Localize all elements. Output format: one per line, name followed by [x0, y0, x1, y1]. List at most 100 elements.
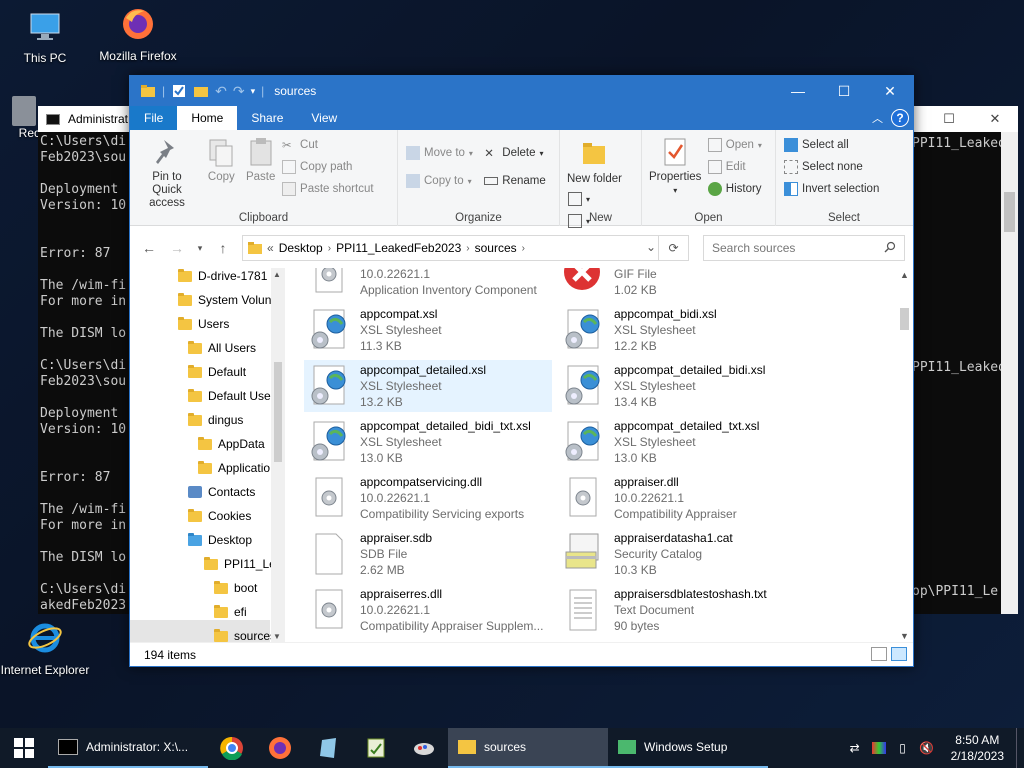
close-button[interactable]: ✕ [867, 76, 913, 106]
taskbar-chrome[interactable] [208, 728, 256, 768]
nav-item-cookies[interactable]: Cookies [188, 504, 251, 528]
file-tile[interactable]: appraiserres.dll 10.0.22621.1 Compatibilit… [304, 584, 552, 636]
nav-item-all-users[interactable]: All Users [188, 336, 256, 360]
scroll-down-arrow-icon[interactable]: ▼ [273, 632, 281, 641]
nav-item-sources[interactable]: sources [214, 624, 276, 643]
file-tile[interactable]: appcompatservicing.dll 10.0.22621.1 Compat… [304, 472, 552, 524]
file-tile[interactable]: actionlog.gifGIF File1.02 KB [558, 268, 806, 300]
new-folder-button[interactable]: New folder [564, 136, 625, 188]
address-dropdown-icon[interactable]: ⌄ [646, 240, 656, 254]
show-desktop-button[interactable] [1016, 728, 1024, 768]
desktop-icon-firefox[interactable]: Mozilla Firefox [93, 6, 183, 63]
taskbar-firefox[interactable] [256, 728, 304, 768]
console-close-button[interactable]: ✕ [972, 106, 1018, 132]
nav-item-desktop[interactable]: Desktop [188, 528, 252, 552]
desktop-icon-this-pc[interactable]: This PC [0, 8, 90, 65]
undo-icon[interactable]: ↶ [215, 83, 227, 100]
nav-scrollbar[interactable]: ▲ ▼ [271, 268, 285, 643]
desktop-icon-partial[interactable]: Rec [0, 96, 40, 140]
scroll-up-arrow-icon[interactable]: ▲ [273, 270, 281, 279]
file-tile[interactable]: appcompat_detailed.xsl XSL Stylesheet 13.2… [304, 360, 552, 412]
tab-share[interactable]: Share [237, 106, 297, 130]
nav-item-default-user[interactable]: Default User [188, 384, 275, 408]
tiles-view-button[interactable] [891, 647, 907, 661]
console-maximize-button[interactable]: ☐ [926, 106, 972, 132]
taskbar-notepad[interactable] [304, 728, 352, 768]
explorer-titlebar[interactable]: | ↶ ↷ ▾ | sources — ☐ ✕ [130, 76, 913, 106]
volume-muted-icon[interactable]: 🔇 [915, 741, 939, 755]
taskbar-task[interactable] [352, 728, 400, 768]
select-none-button[interactable]: Select none [784, 158, 879, 176]
clock[interactable]: 8:50 AM 2/18/2023 [939, 732, 1016, 764]
paste-button[interactable]: Paste [243, 134, 279, 186]
desktop-icon-internet-explorer[interactable]: Internet Explorer [0, 620, 90, 677]
console-scrollbar[interactable] [1001, 132, 1018, 614]
nav-item-efi[interactable]: efi [214, 600, 247, 624]
console-scroll-thumb[interactable] [1004, 192, 1015, 232]
paste-shortcut-button[interactable]: Paste shortcut [282, 180, 374, 198]
tab-home[interactable]: Home [177, 106, 238, 130]
collapse-ribbon-icon[interactable]: ︿ [872, 110, 883, 126]
rename-button[interactable]: Rename [484, 172, 546, 190]
file-scrollbar[interactable]: ▲ ▼ [896, 268, 913, 643]
nav-item-system-volun[interactable]: System Volun [178, 288, 271, 312]
recent-locations-dropdown[interactable]: ▾ [194, 243, 206, 254]
nav-item-default[interactable]: Default [188, 360, 246, 384]
file-tile[interactable]: appraisersdblatestoshash.txt Text Documen… [558, 584, 806, 636]
nav-item-contacts[interactable]: Contacts [188, 480, 255, 504]
move-to-button[interactable]: Move to ▾ [406, 144, 473, 162]
tray-network-icon[interactable]: ⇄ [843, 741, 867, 755]
details-view-button[interactable] [871, 647, 887, 661]
address-bar[interactable]: « Desktop › PPI11_LeakedFeb2023 › source… [242, 235, 689, 261]
nav-item-users[interactable]: Users [178, 312, 229, 336]
taskbar-explorer[interactable]: sources [448, 728, 608, 768]
cut-button[interactable]: ✂ Cut [282, 136, 374, 154]
copy-button[interactable]: Copy [203, 134, 239, 186]
file-tile[interactable]: appcompat.xsl XSL Stylesheet 11.3 KB [304, 304, 552, 356]
file-scroll-thumb[interactable] [900, 308, 909, 330]
file-tile[interactable]: appraiser.sdb SDB File 2.62 MB [304, 528, 552, 580]
copy-path-button[interactable]: Copy path [282, 158, 374, 176]
file-explorer-window[interactable]: | ↶ ↷ ▾ | sources — ☐ ✕ File Home Share … [129, 75, 914, 667]
file-tile[interactable]: appraiser.dll 10.0.22621.1 Compatibility A… [558, 472, 806, 524]
delete-button[interactable]: ✕ Delete ▾ [484, 144, 545, 162]
search-box[interactable]: Search sources [703, 235, 905, 261]
file-tile[interactable]: appcompat_detailed_txt.xsl XSL Stylesheet… [558, 416, 806, 468]
taskbar-paint[interactable] [400, 728, 448, 768]
file-tile[interactable]: acmigration.dll10.0.22621.1Application I… [304, 268, 552, 300]
start-button[interactable] [0, 728, 48, 768]
nav-item-d-drive-1781[interactable]: D-drive-1781 [178, 268, 267, 288]
open-button[interactable]: Open ▾ [707, 136, 762, 154]
properties-button[interactable]: Properties ▾ [646, 134, 704, 199]
customize-dropdown-icon[interactable]: ▾ [251, 86, 256, 97]
file-list[interactable]: acmigration.dll10.0.22621.1Application I… [286, 268, 913, 643]
scroll-down-arrow-icon[interactable]: ▼ [900, 631, 909, 641]
breadcrumb-sources[interactable]: sources [475, 241, 517, 255]
properties-check-icon[interactable] [171, 84, 187, 98]
history-button[interactable]: History [707, 180, 762, 198]
nav-item-dingus[interactable]: dingus [188, 408, 243, 432]
breadcrumb-ppi11[interactable]: PPI11_LeakedFeb2023 [336, 241, 461, 255]
tab-view[interactable]: View [297, 106, 351, 130]
file-tile[interactable]: appcompat_bidi.xsl XSL Stylesheet 12.2 KB [558, 304, 806, 356]
up-button[interactable]: ↑ [212, 240, 234, 256]
copy-to-button[interactable]: Copy to ▾ [406, 172, 473, 190]
file-tile[interactable]: appcompat_detailed_bidi_txt.xsl XSL Style… [304, 416, 552, 468]
tray-usb-icon[interactable]: ▯ [891, 741, 915, 755]
breadcrumb-chevron-icon[interactable]: › [466, 243, 469, 254]
maximize-button[interactable]: ☐ [821, 76, 867, 106]
edit-button[interactable]: Edit [707, 158, 762, 176]
select-all-button[interactable]: Select all [784, 136, 879, 154]
file-tile[interactable]: appraiserdatasha1.cat Security Catalog 10.… [558, 528, 806, 580]
nav-scroll-thumb[interactable] [274, 362, 282, 462]
tab-file[interactable]: File [130, 106, 178, 130]
invert-selection-button[interactable]: Invert selection [784, 180, 879, 198]
scroll-up-arrow-icon[interactable]: ▲ [900, 270, 909, 280]
address-overflow[interactable]: « [267, 241, 274, 255]
tray-color-icon[interactable] [867, 742, 891, 754]
nav-item-appdata[interactable]: AppData [198, 432, 265, 456]
navigation-pane[interactable]: D-drive-1781 System Volun Users All Users De… [130, 268, 286, 643]
redo-icon[interactable]: ↷ [233, 83, 245, 100]
refresh-button[interactable]: ⟳ [658, 236, 688, 260]
nav-item-applicatio[interactable]: Applicatio [198, 456, 270, 480]
